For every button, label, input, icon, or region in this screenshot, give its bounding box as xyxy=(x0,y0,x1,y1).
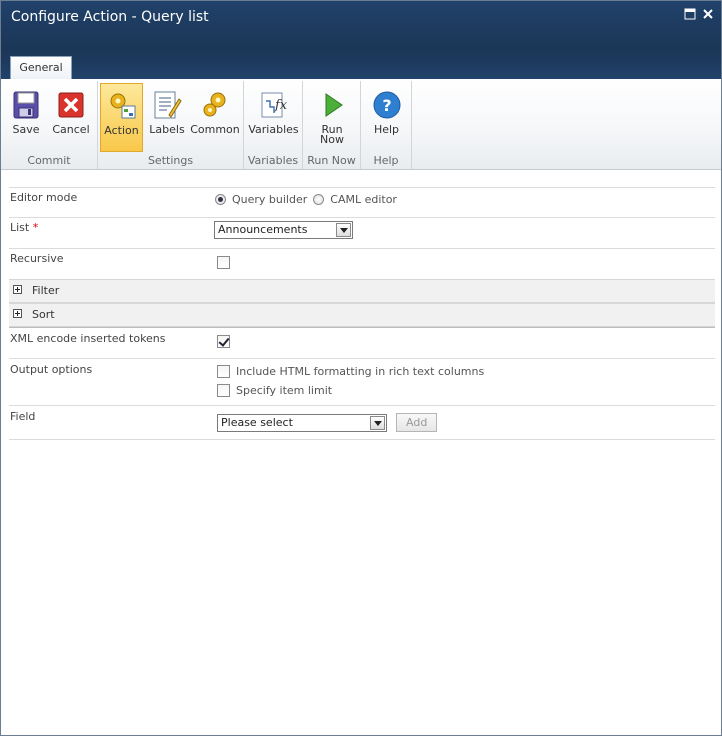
action-gears-icon xyxy=(106,90,138,122)
sort-section-title: Sort xyxy=(32,308,55,321)
caml-editor-radio[interactable] xyxy=(313,193,325,205)
field-select[interactable]: Please select xyxy=(217,413,387,432)
group-label-help: Help xyxy=(373,154,399,167)
maximize-icon[interactable] xyxy=(684,8,696,20)
save-button[interactable]: Save xyxy=(5,83,47,151)
play-icon xyxy=(316,89,348,121)
list-label-text: List xyxy=(10,221,30,234)
required-marker: * xyxy=(32,221,39,234)
cancel-button[interactable]: Cancel xyxy=(48,83,94,151)
action-label: Action xyxy=(104,124,139,137)
run-now-button[interactable]: Run Now xyxy=(309,83,355,151)
labels-label: Labels xyxy=(149,123,185,136)
include-html-checkbox[interactable] xyxy=(217,364,230,378)
query-builder-label: Query builder xyxy=(232,192,308,206)
list-select-value: Announcements xyxy=(218,223,308,236)
xml-encode-row: XML encode inserted tokens xyxy=(9,327,715,358)
common-label: Common xyxy=(190,123,240,136)
group-label-settings: Settings xyxy=(147,154,194,167)
recursive-label: Recursive xyxy=(10,252,64,265)
expand-plus-icon[interactable] xyxy=(13,285,22,294)
variables-button[interactable]: fx Variables xyxy=(246,83,301,151)
chevron-down-icon xyxy=(370,415,385,430)
variables-label: Variables xyxy=(248,123,299,136)
item-limit-label: Specify item limit xyxy=(236,383,333,397)
save-label: Save xyxy=(12,123,40,136)
output-options-label: Output options xyxy=(10,363,93,376)
variables-fx-icon: fx xyxy=(258,89,290,121)
filter-section-header[interactable]: Filter xyxy=(9,279,715,303)
run-now-label-line2: Now xyxy=(320,133,344,146)
close-icon[interactable] xyxy=(702,8,714,20)
ribbon: Save Cancel Commit Action Labels Common … xyxy=(1,79,721,170)
add-button[interactable]: Add xyxy=(396,413,438,432)
output-options-row: Output options Include HTML formatting i… xyxy=(9,358,715,405)
list-label: List * xyxy=(10,221,38,234)
help-icon: ? xyxy=(371,89,403,121)
recursive-checkbox[interactable] xyxy=(217,255,230,269)
ribbon-tabs: General xyxy=(1,51,721,79)
query-builder-radio[interactable] xyxy=(215,193,226,205)
ribbon-group-help: ? Help Help xyxy=(361,81,412,169)
xml-encode-label: XML encode inserted tokens xyxy=(10,332,166,345)
help-button[interactable]: ? Help xyxy=(365,83,408,151)
item-limit-checkbox[interactable] xyxy=(217,383,230,397)
ribbon-group-run-now: Run Now Run Now xyxy=(303,81,361,169)
ribbon-group-settings: Action Labels Common Settings xyxy=(98,81,244,169)
recursive-row: Recursive xyxy=(9,248,715,279)
include-html-label: Include HTML formatting in rich text col… xyxy=(236,364,485,378)
labels-icon xyxy=(151,89,183,121)
tab-general[interactable]: General xyxy=(10,56,72,79)
dialog-title: Configure Action - Query list xyxy=(11,9,209,25)
labels-button[interactable]: Labels xyxy=(145,83,189,151)
field-select-value: Please select xyxy=(221,415,293,429)
dialog-window: Configure Action - Query list General Sa… xyxy=(0,0,722,736)
caml-editor-label: CAML editor xyxy=(330,192,397,206)
group-label-commit: Commit xyxy=(27,154,71,167)
sort-section-header[interactable]: Sort xyxy=(9,303,715,327)
field-label: Field xyxy=(10,410,36,423)
cancel-icon xyxy=(55,89,87,121)
editor-mode-row: Editor mode Query builder CAML editor xyxy=(9,187,715,217)
xml-encode-checkbox[interactable] xyxy=(217,334,230,348)
editor-mode-label: Editor mode xyxy=(10,191,78,204)
field-row: Field Please select Add xyxy=(9,405,715,440)
chevron-down-icon xyxy=(336,223,351,237)
svg-text:fx: fx xyxy=(274,98,288,113)
filter-section-title: Filter xyxy=(32,284,60,297)
ribbon-group-commit: Save Cancel Commit xyxy=(1,81,98,169)
save-icon xyxy=(10,89,42,121)
common-gears-icon xyxy=(199,89,231,121)
list-select[interactable]: Announcements xyxy=(214,221,353,239)
svg-text:?: ? xyxy=(382,96,391,115)
group-label-variables: Variables xyxy=(247,154,299,167)
title-bar: Configure Action - Query list xyxy=(1,1,721,51)
help-label: Help xyxy=(373,123,400,136)
common-button[interactable]: Common xyxy=(189,83,241,151)
expand-plus-icon[interactable] xyxy=(13,309,22,318)
ribbon-group-variables: fx Variables Variables xyxy=(244,81,303,169)
cancel-label: Cancel xyxy=(52,123,90,136)
list-row: List * Announcements xyxy=(9,217,715,248)
group-label-run-now: Run Now xyxy=(307,154,356,167)
action-button[interactable]: Action xyxy=(100,83,143,152)
